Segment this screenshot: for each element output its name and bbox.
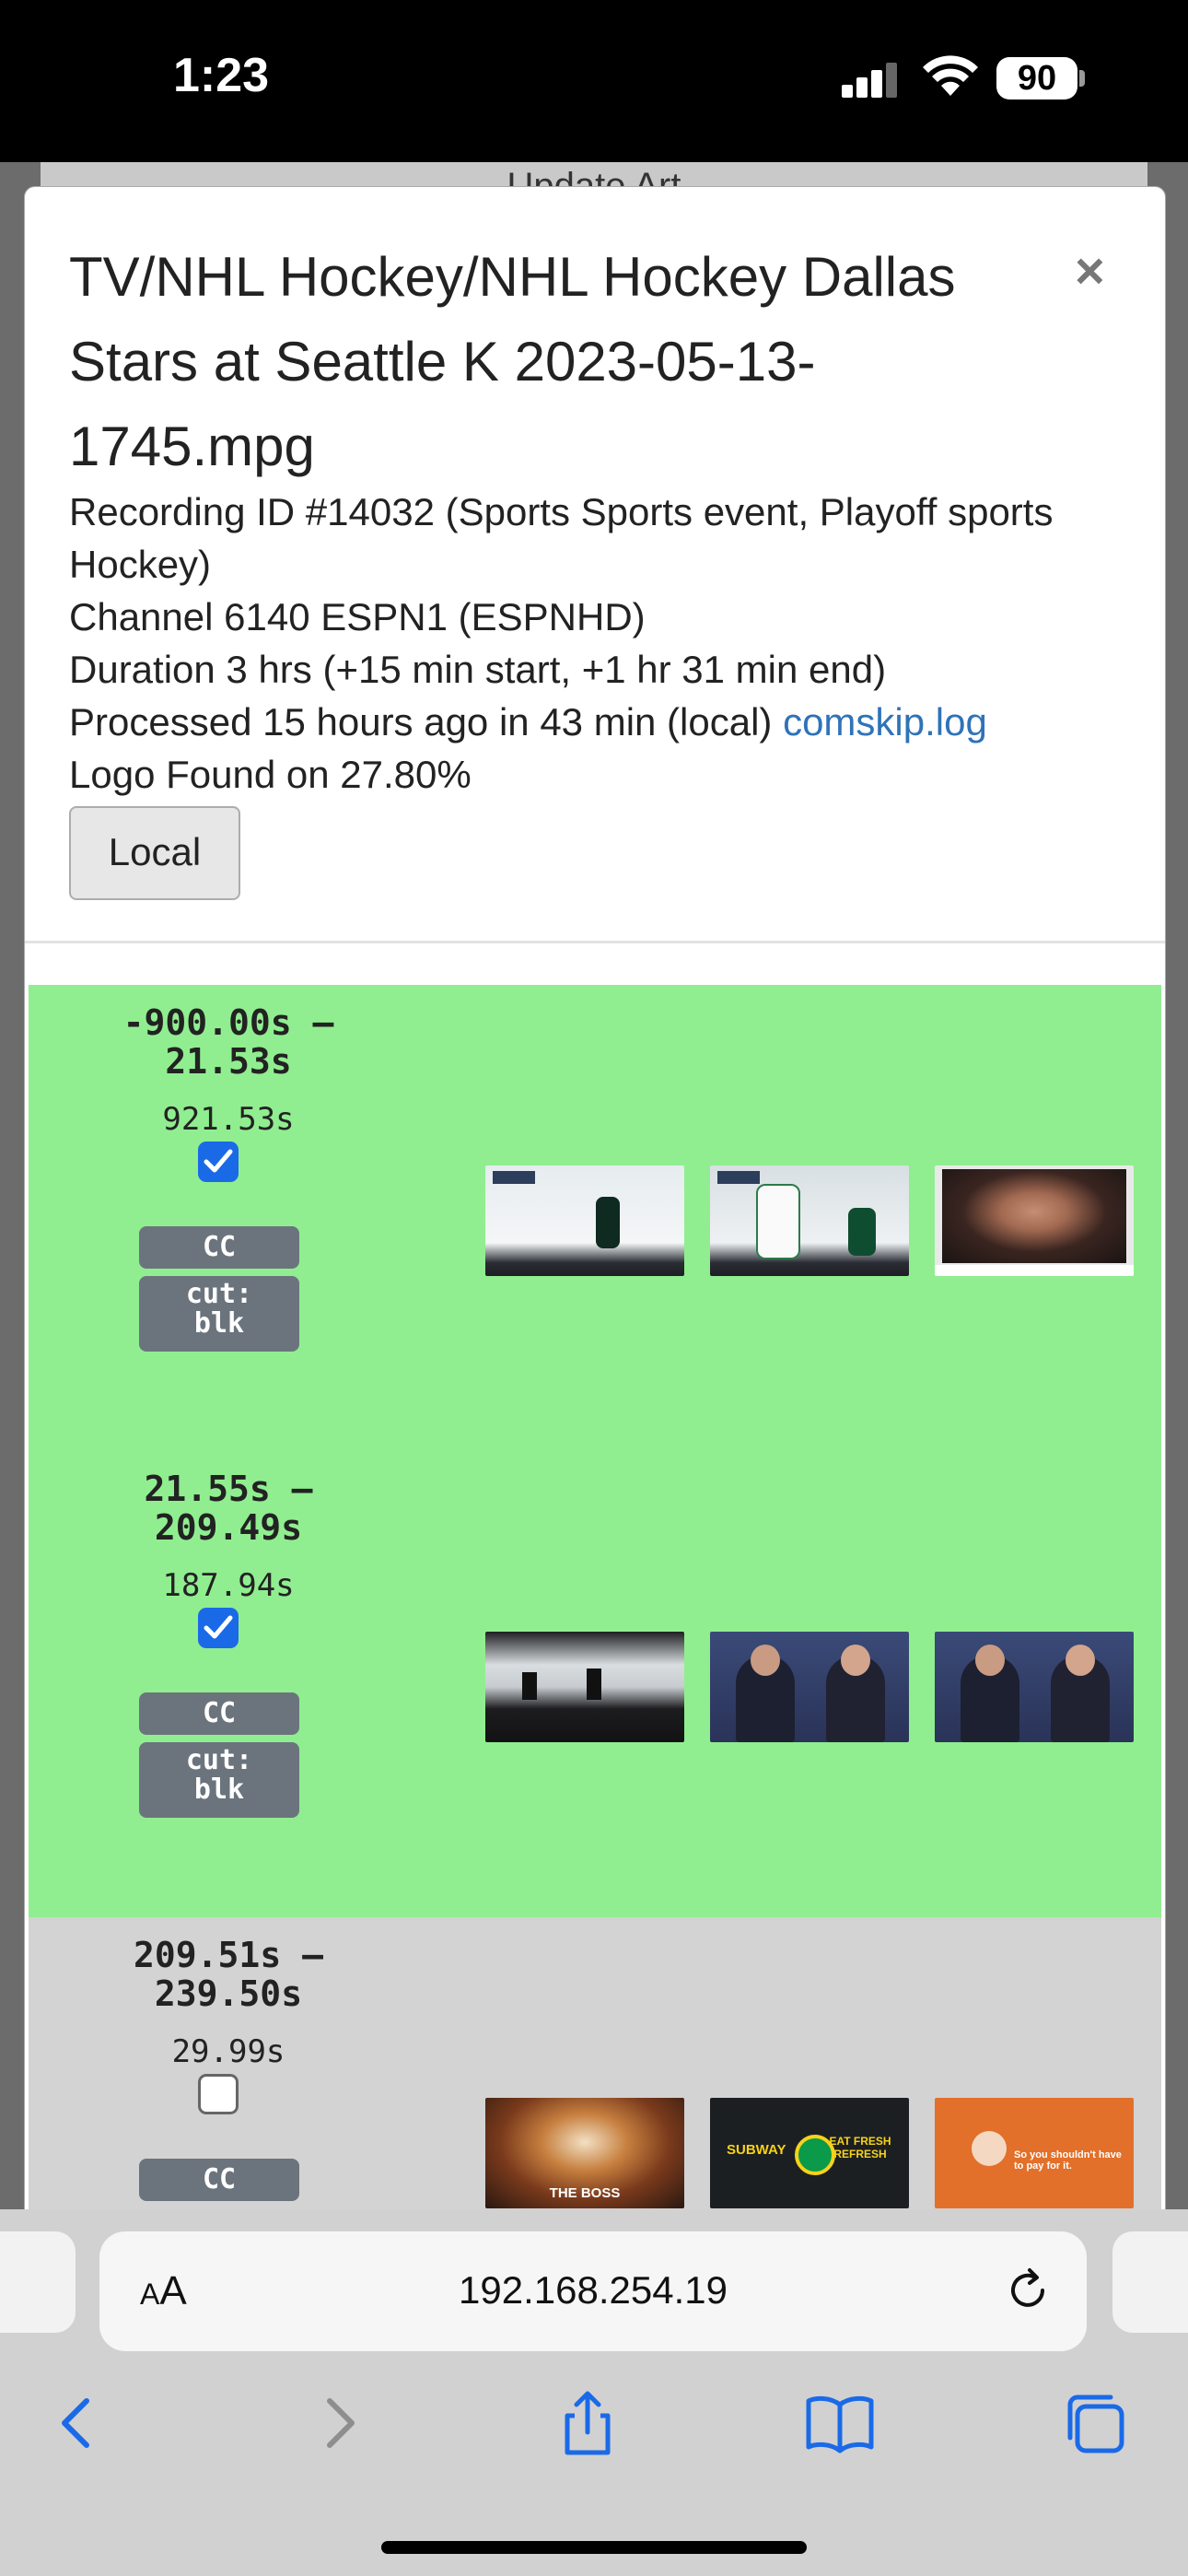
orange-ad-thumb[interactable]: So you shouldn't have to pay for it. xyxy=(935,2098,1134,2208)
cut-badge: cut: blk xyxy=(139,1276,299,1352)
thumb-caption: THE BOSS xyxy=(549,2185,621,2201)
reload-icon[interactable] xyxy=(1002,2265,1054,2316)
duration-line: Duration 3 hrs (+15 min start, +1 hr 31 … xyxy=(69,648,887,691)
woman-speaking-thumb[interactable] xyxy=(935,1165,1134,1276)
comskip-log-link[interactable]: comskip.log xyxy=(783,700,987,744)
segment-time-range: -900.00s – 21.53s xyxy=(67,1003,390,1081)
sandwich-ad-thumb[interactable]: THE BOSS xyxy=(485,2098,684,2208)
status-time: 1:23 xyxy=(173,49,270,102)
hockey-ice-thumb[interactable] xyxy=(485,1165,684,1276)
address-bar[interactable]: AA 192.168.254.19 xyxy=(99,2231,1087,2351)
cut-badge-label: cut: xyxy=(185,1278,253,1310)
bookmarks-icon[interactable] xyxy=(803,2386,877,2460)
thumb-caption: So you shouldn't have to pay for it. xyxy=(1014,2149,1122,2172)
crowd-thumb[interactable] xyxy=(485,1632,684,1742)
previous-tab-peek[interactable] xyxy=(0,2231,76,2333)
segment-row: 21.55s – 209.49s 187.94s CC cut: blk xyxy=(29,1451,1161,1917)
segment-start: 21.55s – xyxy=(144,1469,313,1509)
wifi-icon xyxy=(923,55,978,96)
cut-badge-value: blk xyxy=(193,1774,245,1806)
cut-badge-value: blk xyxy=(193,1307,245,1340)
back-icon[interactable] xyxy=(42,2386,116,2460)
cut-badge: cut: blk xyxy=(139,1742,299,1818)
segment-checkbox[interactable] xyxy=(198,1142,239,1182)
segment-end: 209.49s xyxy=(154,1507,303,1548)
segment-duration: 187.94s xyxy=(162,1567,295,1604)
segment-checkbox[interactable] xyxy=(198,1608,239,1648)
studio-hosts-thumb[interactable] xyxy=(710,1632,909,1742)
thumb-caption: EAT FRESH REFRESH xyxy=(829,2135,891,2160)
recording-id-line: Recording ID #14032 (Sports Sports event… xyxy=(69,490,1054,586)
battery-nub xyxy=(1079,70,1085,87)
browser-url-area: AA 192.168.254.19 xyxy=(0,2209,1188,2353)
cc-badge: CC xyxy=(139,2159,299,2201)
processed-line: Processed 15 hours ago in 43 min (local)… xyxy=(69,696,1101,748)
divider xyxy=(25,941,1165,943)
cellular-signal-icon xyxy=(842,61,899,98)
processed-text: Processed 15 hours ago in 43 min (local) xyxy=(69,700,773,744)
segment-end: 239.50s xyxy=(154,1973,303,2014)
segment-checkbox[interactable] xyxy=(198,2074,239,2114)
logo-found-line: Logo Found on 27.80% xyxy=(69,753,472,796)
local-button[interactable]: Local xyxy=(69,806,240,900)
subway-ad-thumb[interactable]: SUBWAY EAT FRESH REFRESH xyxy=(710,2098,909,2208)
recording-modal: TV/NHL Hockey/NHL Hockey Dallas Stars at… xyxy=(24,186,1166,2215)
cc-badge: CC xyxy=(139,1692,299,1735)
segment-list: -900.00s – 21.53s 921.53s CC cut: blk 21… xyxy=(29,985,1161,2214)
recording-details: Recording ID #14032 (Sports Sports event… xyxy=(69,486,1101,801)
next-tab-peek[interactable] xyxy=(1112,2231,1188,2333)
segment-row: -900.00s – 21.53s 921.53s CC cut: blk xyxy=(29,985,1161,1451)
hockey-player-thumb[interactable] xyxy=(710,1165,909,1276)
segment-row: 209.51s – 239.50s 29.99s CC THE BOSS SUB… xyxy=(29,1917,1161,2214)
segment-duration: 921.53s xyxy=(162,1101,295,1138)
cc-badge: CC xyxy=(139,1226,299,1269)
segment-start: -900.00s – xyxy=(122,1002,334,1043)
home-indicator[interactable] xyxy=(381,2541,807,2554)
checkmark-icon xyxy=(204,1149,233,1173)
channel-line: Channel 6140 ESPN1 (ESPNHD) xyxy=(69,595,646,638)
url-text[interactable]: 192.168.254.19 xyxy=(99,2268,1087,2313)
forward-icon[interactable] xyxy=(300,2386,374,2460)
segment-start: 209.51s – xyxy=(134,1935,323,1975)
close-button[interactable]: × xyxy=(1075,240,1105,300)
status-bar: 1:23 90 xyxy=(0,0,1188,162)
battery-icon: 90 xyxy=(996,57,1077,100)
checkmark-icon xyxy=(204,1615,233,1639)
tabs-icon[interactable] xyxy=(1059,2386,1133,2460)
cut-badge-label: cut: xyxy=(185,1744,253,1776)
modal-title: TV/NHL Hockey/NHL Hockey Dallas Stars at… xyxy=(69,246,956,477)
segment-time-range: 21.55s – 209.49s xyxy=(67,1469,390,1547)
segment-time-range: 209.51s – 239.50s xyxy=(67,1936,390,2013)
share-icon[interactable] xyxy=(551,2386,624,2460)
studio-hosts-thumb[interactable] xyxy=(935,1632,1134,1742)
segment-end: 21.53s xyxy=(165,1041,292,1082)
segment-duration: 29.99s xyxy=(171,2033,285,2070)
